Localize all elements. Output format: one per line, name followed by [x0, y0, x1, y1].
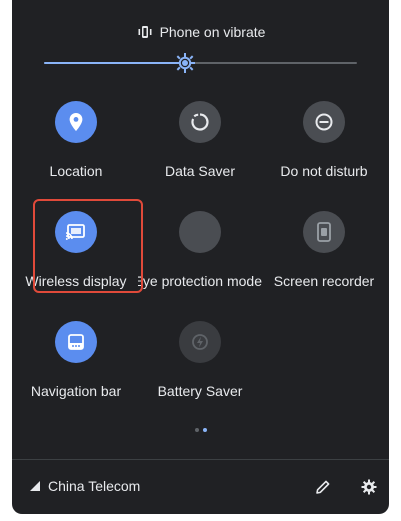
- brightness-icon: [174, 53, 195, 73]
- ringer-status-label: Phone on vibrate: [159, 24, 266, 40]
- navigation-bar-button[interactable]: [55, 321, 97, 363]
- tile-label: Do not disturb: [280, 163, 368, 179]
- brightness-slider[interactable]: [44, 52, 357, 74]
- quick-settings-footer: China Telecom: [12, 459, 389, 514]
- gear-icon: [361, 479, 377, 495]
- do-not-disturb-button[interactable]: [303, 101, 345, 143]
- location-icon: [69, 113, 83, 131]
- do-not-disturb-icon: [315, 113, 333, 131]
- navigation-bar-icon: [68, 334, 84, 350]
- tile-location[interactable]: Location: [14, 101, 138, 191]
- data-saver-icon: [191, 113, 209, 131]
- tile-label: Battery Saver: [157, 383, 243, 399]
- tile-data-saver[interactable]: Data Saver: [138, 101, 262, 191]
- quick-settings-panel: Phone on vibrate Location Data Saver Do …: [12, 0, 389, 514]
- signal-icon: [30, 481, 40, 491]
- tile-label: Eye protection mode: [138, 273, 262, 289]
- wireless-display-highlight: [33, 199, 143, 293]
- ringer-status[interactable]: Phone on vibrate: [12, 24, 389, 40]
- page-indicator: [12, 428, 389, 432]
- screen-recorder-icon: [317, 222, 331, 242]
- pencil-icon: [316, 480, 330, 494]
- tile-eye-protection[interactable]: Eye protection mode: [138, 211, 262, 301]
- data-saver-button[interactable]: [179, 101, 221, 143]
- page-dot-current[interactable]: [202, 428, 207, 432]
- carrier-name: China Telecom: [48, 478, 141, 494]
- edit-button[interactable]: [312, 476, 334, 498]
- battery-saver-icon: [192, 334, 208, 350]
- eye-protection-button[interactable]: [179, 211, 221, 253]
- tile-screen-recorder[interactable]: Screen recorder: [262, 211, 386, 301]
- settings-button[interactable]: [358, 476, 380, 498]
- vibrate-icon: [136, 25, 154, 39]
- tile-battery-saver[interactable]: Battery Saver: [138, 321, 262, 411]
- brightness-fill: [44, 62, 185, 64]
- tile-do-not-disturb[interactable]: Do not disturb: [262, 101, 386, 191]
- screen-recorder-button[interactable]: [303, 211, 345, 253]
- tile-label: Screen recorder: [273, 273, 375, 289]
- location-button[interactable]: [55, 101, 97, 143]
- brightness-thumb[interactable]: [174, 52, 196, 74]
- battery-saver-button[interactable]: [179, 321, 221, 363]
- page-dot[interactable]: [194, 428, 199, 432]
- carrier-info: China Telecom: [30, 478, 140, 494]
- tile-label: Location: [49, 163, 103, 179]
- moon-icon: [195, 224, 203, 240]
- tile-label: Navigation bar: [30, 383, 122, 399]
- tile-label: Data Saver: [164, 163, 236, 179]
- tile-navigation-bar[interactable]: Navigation bar: [14, 321, 138, 411]
